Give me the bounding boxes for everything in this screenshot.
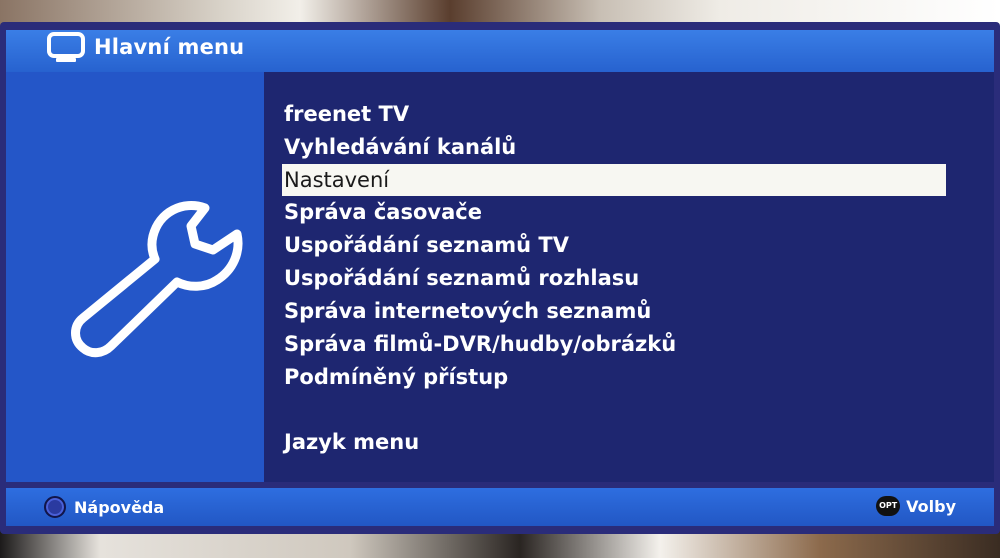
menu-item-internet-lists[interactable]: Správa internetových seznamů [282, 295, 946, 328]
help-label: Nápověda [74, 497, 165, 517]
page-title: Hlavní menu [94, 35, 245, 59]
menu-item-timer-management[interactable]: Správa časovače [282, 196, 946, 229]
menu-item-radio-list-editor[interactable]: Uspořádání seznamů rozhlasu [282, 262, 946, 295]
menu-item-conditional-access[interactable]: Podmíněný přístup [282, 361, 946, 394]
tv-icon [47, 32, 85, 62]
menu-spacer [282, 394, 946, 426]
menu-item-channel-search[interactable]: Vyhledávání kanálů [282, 131, 946, 164]
main-menu-list: freenet TV Vyhledávání kanálů Nastavení … [282, 98, 946, 459]
menu-item-settings[interactable]: Nastavení [282, 164, 946, 196]
menu-item-freenet-tv[interactable]: freenet TV [282, 98, 946, 131]
wrench-icon [71, 201, 243, 358]
menu-item-tv-list-editor[interactable]: Uspořádání seznamů TV [282, 229, 946, 262]
tv-screen: Hlavní menu freenet TV Vyhledávání kanál… [0, 22, 1000, 534]
help-hint[interactable]: Nápověda [44, 496, 164, 518]
blue-button-icon [44, 496, 66, 518]
options-label: Volby [906, 496, 956, 516]
menu-item-media-management[interactable]: Správa filmů-DVR/hudby/obrázků [282, 328, 946, 361]
menu-item-menu-language[interactable]: Jazyk menu [282, 426, 946, 459]
footer-bar: Nápověda OPT Volby [6, 488, 994, 526]
options-hint[interactable]: OPT Volby [876, 496, 956, 516]
opt-button-icon: OPT [876, 496, 901, 516]
